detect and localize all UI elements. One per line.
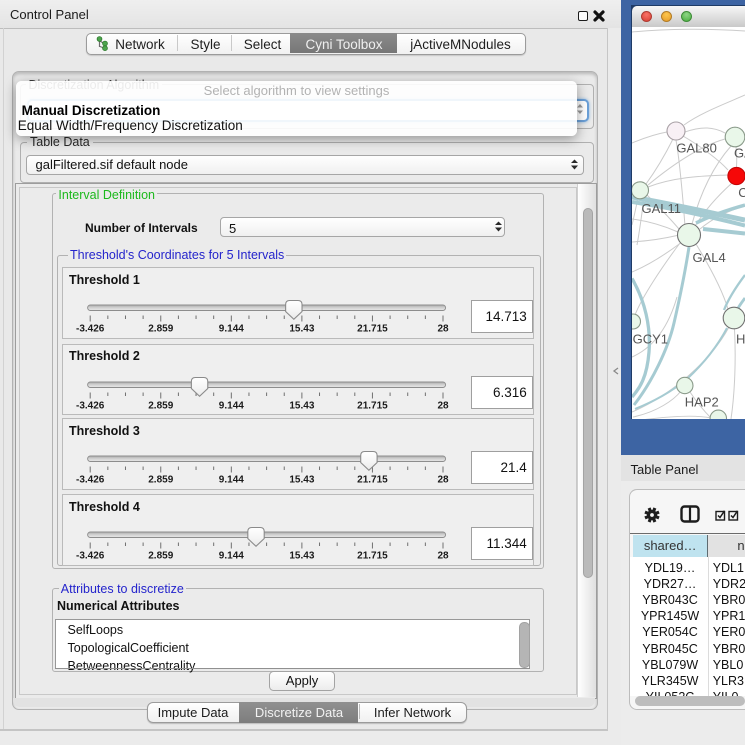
svg-text:-3.426: -3.426 xyxy=(76,324,105,335)
svg-text:GAL11: GAL11 xyxy=(642,201,682,216)
svg-text:9.144: 9.144 xyxy=(219,324,244,335)
svg-text:C: C xyxy=(738,185,745,200)
svg-text:21.715: 21.715 xyxy=(358,400,389,411)
svg-text:GAL80: GAL80 xyxy=(676,141,716,156)
svg-text:15.43: 15.43 xyxy=(290,551,315,562)
svg-text:GA: GA xyxy=(734,146,745,161)
svg-text:HAP2: HAP2 xyxy=(685,395,719,410)
svg-text:-3.426: -3.426 xyxy=(76,475,105,486)
svg-text:-3.426: -3.426 xyxy=(76,400,105,411)
svg-text:28: 28 xyxy=(438,324,450,335)
svg-text:28: 28 xyxy=(438,475,450,486)
svg-text:28: 28 xyxy=(438,551,450,562)
svg-text:2.859: 2.859 xyxy=(149,324,174,335)
svg-text:2.859: 2.859 xyxy=(149,400,174,411)
svg-text:2.859: 2.859 xyxy=(149,475,174,486)
svg-text:-3.426: -3.426 xyxy=(76,551,105,562)
svg-text:21.715: 21.715 xyxy=(358,475,389,486)
svg-text:GCY1: GCY1 xyxy=(633,332,668,347)
svg-text:21.715: 21.715 xyxy=(358,551,389,562)
svg-text:9.144: 9.144 xyxy=(219,551,244,562)
svg-text:15.43: 15.43 xyxy=(290,324,315,335)
svg-text:2.859: 2.859 xyxy=(149,551,174,562)
svg-text:21.715: 21.715 xyxy=(358,324,389,335)
svg-text:GAL4: GAL4 xyxy=(693,250,726,265)
svg-text:9.144: 9.144 xyxy=(219,475,244,486)
svg-text:15.43: 15.43 xyxy=(290,400,315,411)
svg-text:H: H xyxy=(736,332,745,347)
svg-text:9.144: 9.144 xyxy=(219,400,244,411)
svg-text:15.43: 15.43 xyxy=(290,475,315,486)
svg-text:28: 28 xyxy=(438,400,450,411)
